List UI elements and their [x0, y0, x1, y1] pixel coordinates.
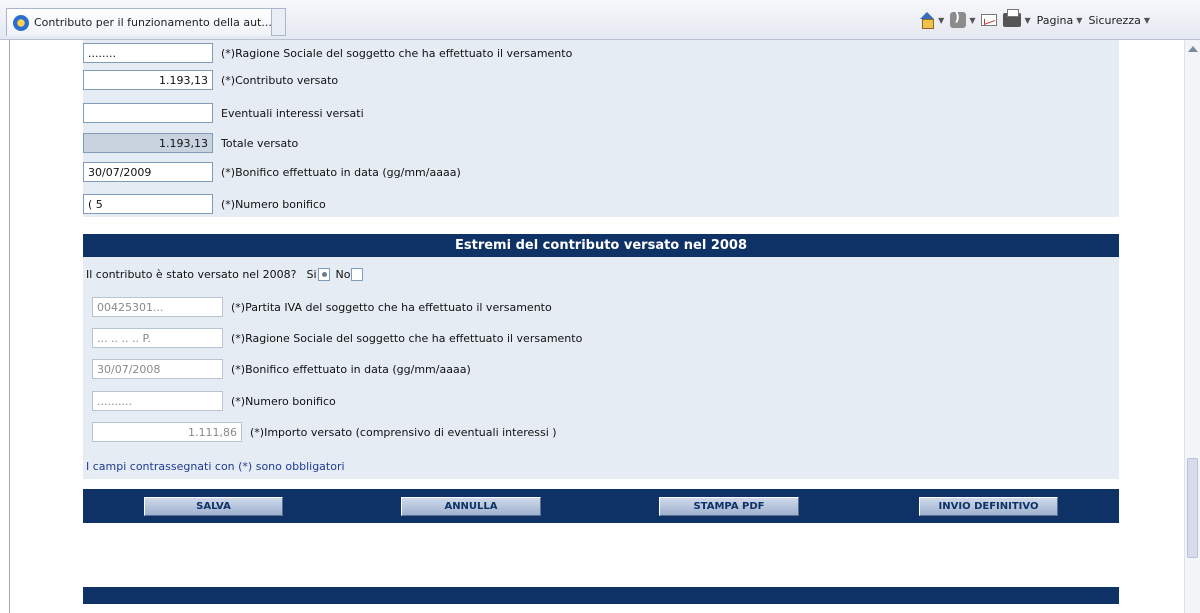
- new-tab-button[interactable]: [272, 8, 286, 36]
- numero-bonifico-input[interactable]: ( 5: [83, 194, 213, 214]
- no-radio[interactable]: [351, 268, 364, 281]
- payment-details-panel: ........ (*)Ragione Sociale del soggetto…: [83, 40, 1119, 217]
- yes-radio[interactable]: [317, 268, 330, 281]
- form-row-partita-iva: 00425301... (*)Partita IVA del soggetto …: [92, 296, 552, 318]
- ragione-sociale-2008-input[interactable]: ... .. .. .. P.: [92, 328, 223, 348]
- numero-bonifico-label: (*)Numero bonifico: [221, 197, 326, 211]
- partita-iva-label: (*)Partita IVA del soggetto che ha effet…: [231, 300, 552, 314]
- print-pdf-button[interactable]: STAMPA PDF: [659, 497, 799, 516]
- ragione-sociale-input[interactable]: ........: [83, 43, 213, 63]
- action-button-bar: SALVA ANNULLA STAMPA PDF INVIO DEFINITIV…: [83, 489, 1119, 523]
- home-icon: [919, 12, 935, 29]
- versato-2008-question: Il contributo è stato versato nel 2008? …: [86, 268, 364, 281]
- form-row-data-bonifico: 30/07/2009 (*)Bonifico effettuato in dat…: [83, 161, 461, 183]
- chevron-down-icon: ▼: [938, 15, 945, 25]
- security-menu[interactable]: Sicurezza ▼: [1088, 14, 1150, 27]
- rss-icon: [950, 10, 967, 28]
- footer-bar: [83, 587, 1119, 604]
- yes-radio-label: Si: [306, 268, 317, 281]
- printer-icon: [1003, 9, 1022, 27]
- page-favicon-icon: [13, 14, 29, 31]
- form-row-interessi: Eventuali interessi versati: [83, 102, 364, 124]
- numero-bonifico-2008-input[interactable]: ..........: [92, 391, 223, 411]
- section-header: Estremi del contributo versato nel 2008: [83, 234, 1119, 257]
- mail-icon: [981, 14, 998, 26]
- form-row-contributo: 1.193,13 (*)Contributo versato: [83, 69, 338, 91]
- feeds-button[interactable]: ▼: [950, 10, 976, 28]
- partita-iva-input[interactable]: 00425301...: [92, 297, 223, 317]
- question-label: Il contributo è stato versato nel 2008?: [86, 268, 297, 281]
- data-bonifico-2008-label: (*)Bonifico effettuato in data (gg/mm/aa…: [231, 362, 471, 376]
- form-row-ragione-sociale: ........ (*)Ragione Sociale del soggetto…: [83, 42, 572, 64]
- page-menu-label: Pagina: [1036, 13, 1074, 27]
- contributo-versato-label: (*)Contributo versato: [221, 73, 339, 87]
- tab-title: Contributo per il funzionamento della au…: [34, 16, 272, 29]
- contributo-2008-panel: Estremi del contributo versato nel 2008 …: [83, 234, 1119, 479]
- final-send-button[interactable]: INVIO DEFINITIVO: [919, 497, 1058, 516]
- browser-tab-bar: Contributo per il funzionamento della au…: [0, 0, 1200, 40]
- form-row-importo-versato: 1.111,86 (*)Importo versato (comprensivo…: [92, 421, 557, 443]
- cancel-button[interactable]: ANNULLA: [401, 497, 541, 516]
- save-button[interactable]: SALVA: [144, 497, 283, 516]
- contributo-versato-input[interactable]: 1.193,13: [83, 70, 213, 90]
- browser-tab[interactable]: Contributo per il funzionamento della au…: [6, 8, 272, 36]
- scroll-thumb[interactable]: [1187, 458, 1198, 558]
- data-bonifico-label: (*)Bonifico effettuato in data (gg/mm/aa…: [221, 165, 461, 179]
- page-menu[interactable]: Pagina ▼: [1037, 14, 1083, 27]
- form-row-numero-bonifico-2008: .......... (*)Numero bonifico: [92, 390, 336, 412]
- form-row-data-bonifico-2008: 30/07/2008 (*)Bonifico effettuato in dat…: [92, 358, 471, 380]
- ragione-sociale-label: (*)Ragione Sociale del soggetto che ha e…: [221, 46, 573, 60]
- data-bonifico-input[interactable]: 30/07/2009: [83, 162, 213, 182]
- home-button[interactable]: ▼: [919, 12, 945, 29]
- command-bar: ▼ ▼ ▼ Pagina ▼ Sicurezza ▼: [919, 9, 1150, 29]
- form-row-totale: 1.193,13 Totale versato: [83, 132, 298, 154]
- numero-bonifico-2008-label: (*)Numero bonifico: [231, 394, 336, 408]
- chevron-down-icon: ▼: [1024, 15, 1031, 25]
- print-button[interactable]: ▼: [1003, 9, 1031, 27]
- interessi-versati-input[interactable]: [83, 103, 213, 123]
- totale-versato-label: Totale versato: [221, 136, 299, 150]
- no-radio-label: No: [335, 268, 351, 281]
- importo-versato-label: (*)Importo versato (comprensivo di event…: [250, 425, 557, 439]
- ragione-sociale-2008-label: (*)Ragione Sociale del soggetto che ha e…: [231, 331, 583, 345]
- importo-versato-input[interactable]: 1.111,86: [92, 422, 242, 442]
- interessi-versati-label: Eventuali interessi versati: [221, 106, 364, 120]
- form-row-ragione-sociale-2008: ... .. .. .. P. (*)Ragione Sociale del s…: [92, 327, 582, 349]
- form-row-numero-bonifico: ( 5 (*)Numero bonifico: [83, 193, 326, 215]
- required-fields-note: I campi contrassegnati con (*) sono obbl…: [86, 460, 345, 473]
- security-menu-label: Sicurezza: [1088, 13, 1141, 27]
- chevron-down-icon: ▼: [1143, 15, 1150, 25]
- totale-versato-field: 1.193,13: [83, 133, 213, 153]
- scroll-up-arrow-icon[interactable]: [1188, 46, 1198, 52]
- vertical-scrollbar[interactable]: [1184, 40, 1200, 613]
- data-bonifico-2008-input[interactable]: 30/07/2008: [92, 359, 223, 379]
- chevron-down-icon: ▼: [1076, 15, 1083, 25]
- read-mail-button[interactable]: [981, 14, 998, 26]
- window-left-border: [0, 40, 10, 613]
- chevron-down-icon: ▼: [969, 15, 976, 25]
